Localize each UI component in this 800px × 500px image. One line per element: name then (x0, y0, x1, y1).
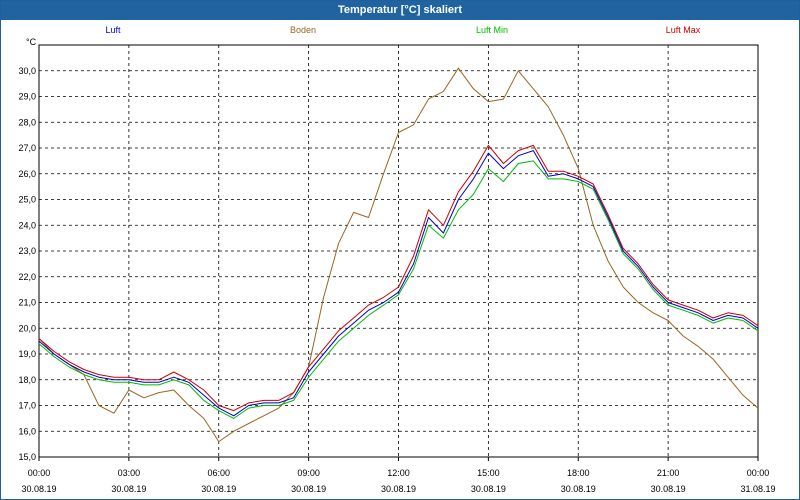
legend-entry-boden: Boden (290, 25, 316, 35)
legend-entry-luft-min: Luft Min (476, 25, 508, 35)
legend-entry-luft: Luft (105, 25, 121, 35)
y-tick-label: 22,0 (18, 272, 36, 282)
y-tick-label: 30,0 (18, 66, 36, 76)
x-tick-time-label: 03:00 (118, 468, 141, 478)
y-tick-label: 27,0 (18, 143, 36, 153)
x-tick-date-label: 30.08.19 (381, 484, 416, 494)
y-tick-label: 28,0 (18, 117, 36, 127)
x-tick-time-label: 18:00 (567, 468, 590, 478)
y-tick-label: 23,0 (18, 246, 36, 256)
x-tick-date-label: 30.08.19 (651, 484, 686, 494)
x-tick-time-label: 15:00 (477, 468, 500, 478)
x-tick-time-label: 21:00 (657, 468, 680, 478)
x-tick-date-label: 30.08.19 (111, 484, 146, 494)
y-tick-label: 25,0 (18, 195, 36, 205)
x-tick-date-label: 30.08.19 (471, 484, 506, 494)
x-tick-date-label: 30.08.19 (291, 484, 326, 494)
x-tick-date-label: 30.08.19 (21, 484, 56, 494)
y-axis-label: °C (26, 37, 37, 47)
y-tick-label: 29,0 (18, 92, 36, 102)
y-tick-label: 15,0 (18, 452, 36, 462)
x-tick-time-label: 00:00 (28, 468, 51, 478)
x-tick-time-label: 09:00 (297, 468, 320, 478)
x-tick-date-label: 31.08.19 (740, 484, 775, 494)
y-tick-label: 21,0 (18, 298, 36, 308)
legend-entry-luft-max: Luft Max (666, 25, 701, 35)
x-tick-time-label: 06:00 (207, 468, 230, 478)
y-tick-label: 17,0 (18, 401, 36, 411)
temperature-chart: 15,0 16,0 17,0 18,0 19,0 20,0 21,0 22,0 23,0 24,0… (18, 25, 775, 494)
y-tick-label: 24,0 (18, 220, 36, 230)
x-tick-time-label: 12:00 (387, 468, 410, 478)
x-tick-time-label: 00:00 (747, 468, 770, 478)
y-tick-label: 19,0 (18, 349, 36, 359)
y-tick-label: 18,0 (18, 375, 36, 385)
y-tick-label: 16,0 (18, 426, 36, 436)
x-tick-date-label: 30.08.19 (561, 484, 596, 494)
y-tick-label: 20,0 (18, 323, 36, 333)
y-tick-label: 26,0 (18, 169, 36, 179)
x-tick-date-label: 30.08.19 (201, 484, 236, 494)
